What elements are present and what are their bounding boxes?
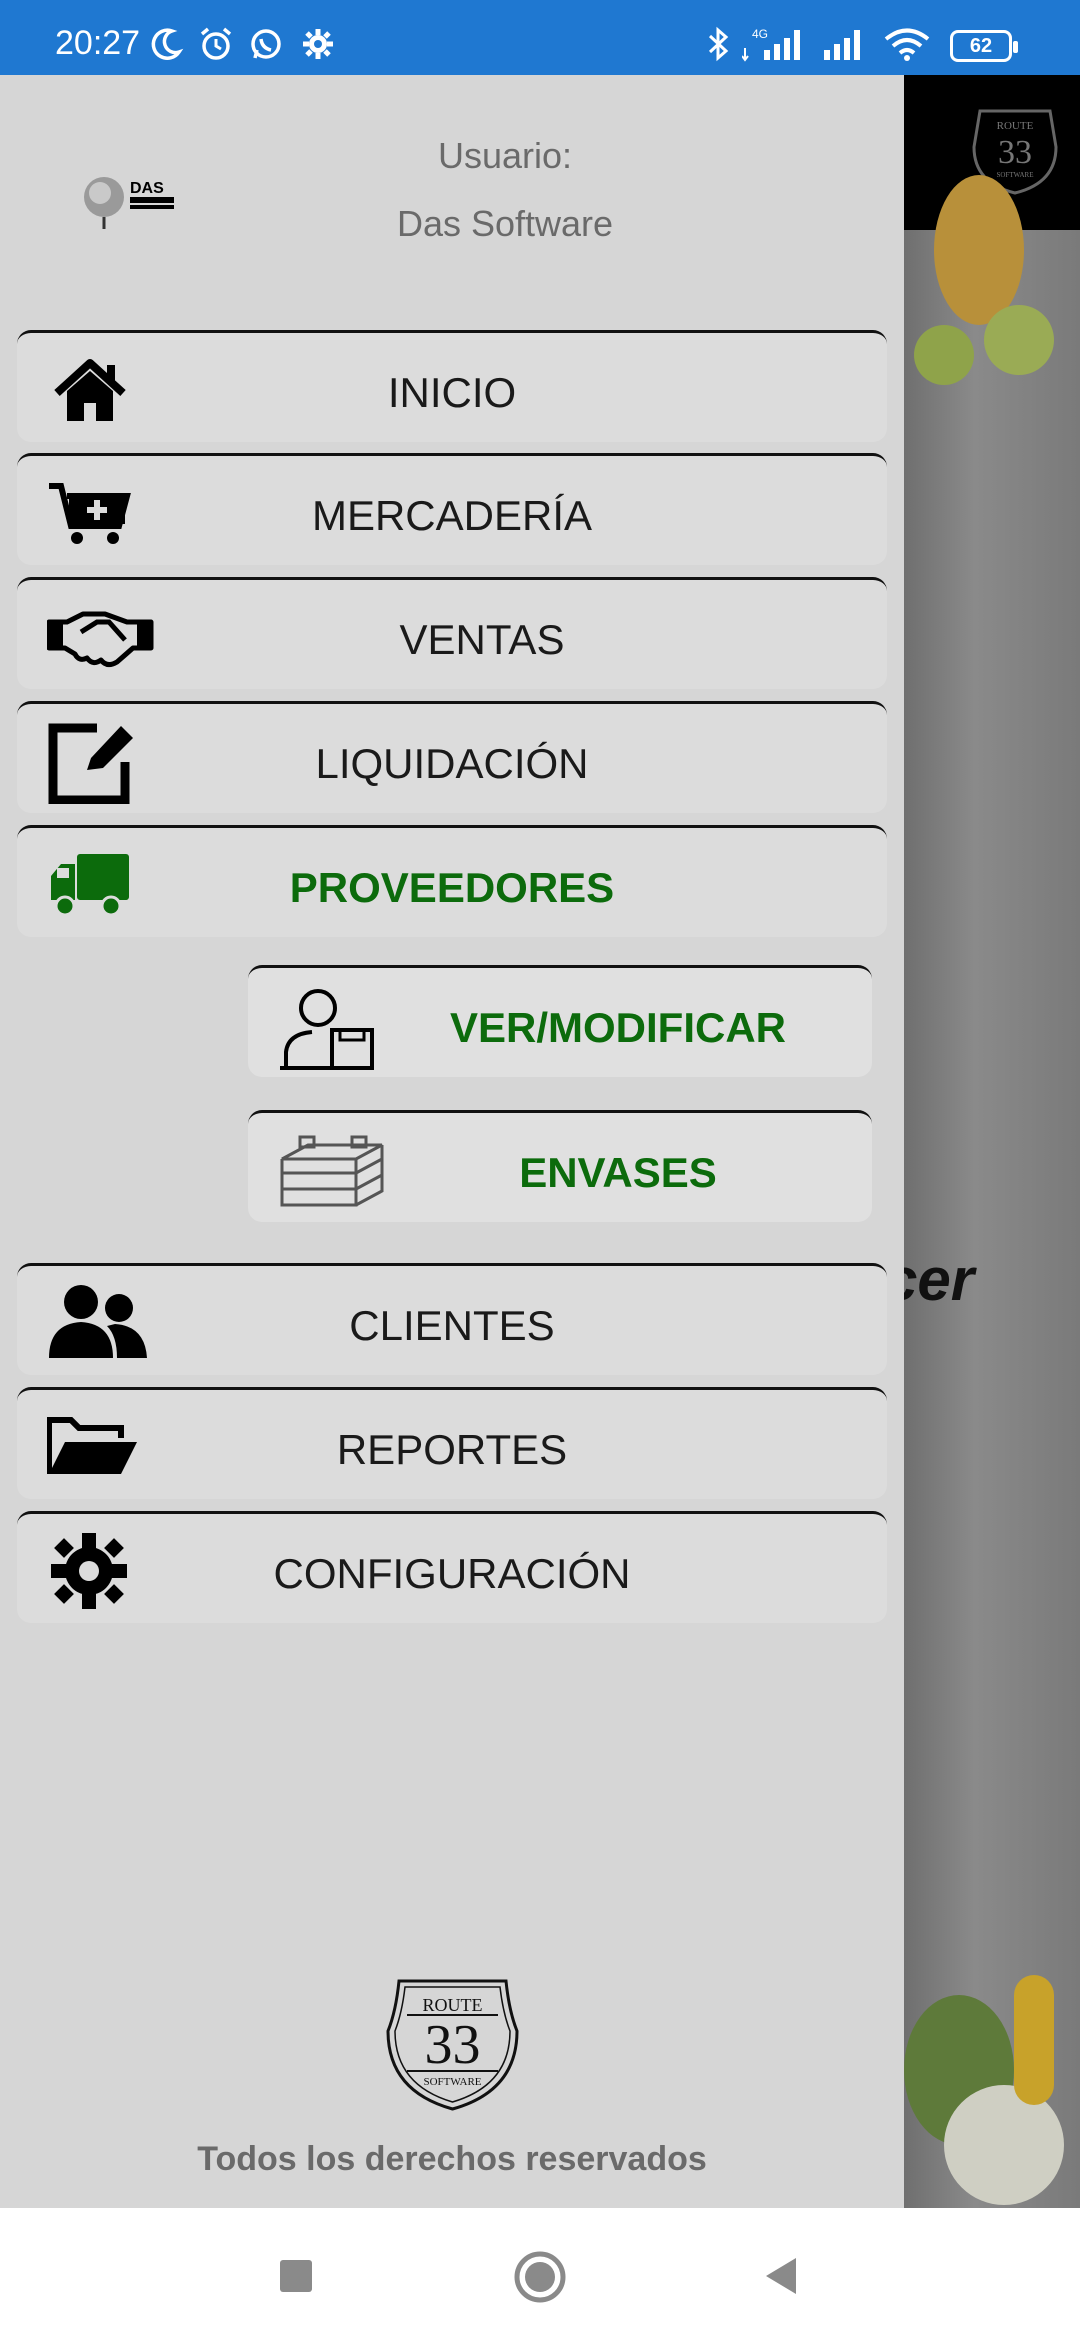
menu-item-proveedores[interactable]: PROVEEDORES <box>17 825 887 937</box>
submenu-label: VER/MODIFICAR <box>450 1004 786 1051</box>
grape-image <box>914 325 974 385</box>
user-header: DAS Usuario: Das Software <box>0 75 904 325</box>
menu-label: LIQUIDACIÓN <box>315 740 589 787</box>
background-app[interactable]: 33 ROUTE SOFTWARE cer <box>904 75 1080 2208</box>
signal-icon: 4G <box>742 27 800 62</box>
footer-logo-top: ROUTE <box>423 1995 483 2015</box>
menu-item-reportes[interactable]: REPORTES <box>17 1387 887 1499</box>
copyright-text: Todos los derechos reservados <box>197 2140 707 2178</box>
grape-image <box>984 305 1054 375</box>
moon-icon <box>151 28 184 60</box>
user-name: Das Software <box>396 203 614 244</box>
menu-label: REPORTES <box>336 1426 568 1473</box>
footer-logo-number: 33 <box>425 2014 481 2076</box>
person-box-icon <box>280 989 374 1070</box>
das-logo-text: DAS <box>130 180 164 197</box>
home-circle-icon[interactable] <box>513 2250 567 2304</box>
route33-logo: ROUTE 33 SOFTWARE <box>386 1979 519 2111</box>
pear-image <box>934 175 1024 325</box>
menu-item-inicio[interactable]: INICIO <box>17 330 887 442</box>
submenu-label: ENVASES <box>519 1149 717 1196</box>
menu-label: CLIENTES <box>349 1302 555 1349</box>
signal-icon-2 <box>824 30 860 60</box>
user-label: Usuario: <box>437 135 573 176</box>
menu-item-ventas[interactable]: VENTAS <box>17 577 887 689</box>
back-icon[interactable] <box>762 2256 802 2296</box>
menu-item-configuracion[interactable]: CONFIGURACIÓN <box>17 1511 887 1623</box>
wifi-icon <box>884 28 930 61</box>
menu-label: PROVEEDORES <box>289 864 615 911</box>
background-partial-text: cer <box>904 1246 975 1313</box>
menu-item-clientes[interactable]: CLIENTES <box>17 1263 887 1375</box>
menu-label: MERCADERÍA <box>311 492 593 539</box>
alarm-icon <box>200 27 232 60</box>
menu-label: CONFIGURACIÓN <box>273 1550 631 1597</box>
battery-indicator: 62 <box>950 30 1018 62</box>
menu-label: INICIO <box>387 369 517 416</box>
menu-item-mercaderia[interactable]: MERCADERÍA <box>17 453 887 565</box>
menu-label: VENTAS <box>399 616 565 663</box>
clock: 20:27 <box>55 24 141 62</box>
system-navigation-bar <box>0 2208 1080 2340</box>
bluetooth-icon <box>708 26 729 62</box>
footer-logo-bottom: SOFTWARE <box>423 2076 481 2088</box>
cauliflower-image <box>944 2085 1064 2205</box>
navigation-drawer: DAS Usuario: Das Software INICIO MERCADE… <box>0 75 904 2208</box>
status-bar: 20:27 4G 62 <box>0 0 1080 75</box>
network-type: 4G <box>752 27 768 41</box>
submenu-item-envases[interactable]: ENVASES <box>248 1110 872 1222</box>
submenu-item-ver-modificar[interactable]: VER/MODIFICAR <box>248 965 872 1077</box>
menu-item-liquidacion[interactable]: LIQUIDACIÓN <box>17 701 887 813</box>
pepper-image <box>1014 1975 1054 2105</box>
recent-apps-icon[interactable] <box>278 2258 314 2294</box>
logo-top-text: ROUTE <box>997 120 1034 132</box>
whatsapp-icon <box>251 29 281 59</box>
crate-icon <box>280 1135 384 1207</box>
gear-icon <box>303 29 333 59</box>
